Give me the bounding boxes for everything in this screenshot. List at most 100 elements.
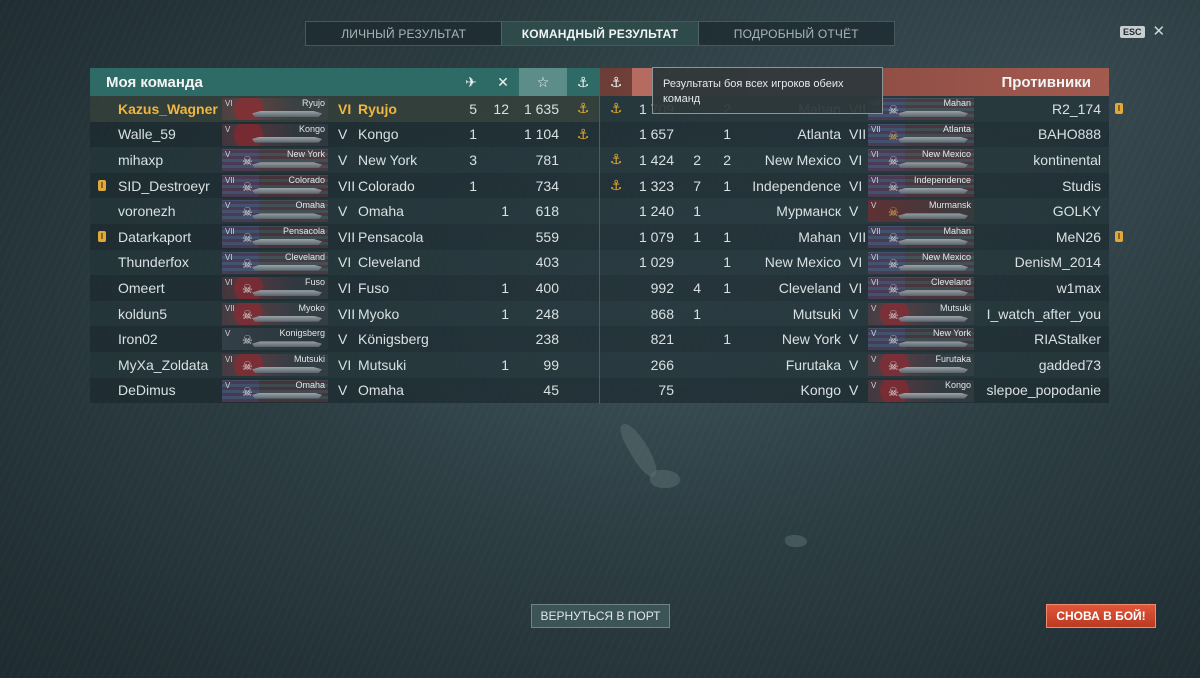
skull-icon: ☠ <box>888 307 899 322</box>
ship-thumb-tier: VII <box>225 303 235 313</box>
table-row[interactable]: ⚓ 1 323 7 1 Independence VI VI Independence ☠ Stu… <box>600 172 1109 199</box>
table-row[interactable]: 1 657 1 Atlanta VII VII Atlanta ☠ BAHO888 <box>600 121 1109 148</box>
table-row[interactable]: I SID_Destroeyr VII Colorado ☠ VII Colorado 1 73… <box>90 172 599 199</box>
ship-thumb-name: Mahan <box>943 98 971 108</box>
ship-tier: VII <box>849 126 867 143</box>
stat-xp: 248 <box>535 305 559 322</box>
anchor-icon[interactable]: ⚓ <box>567 68 599 96</box>
table-row[interactable]: Iron02 V Konigsberg ☠ V Königsberg 238 <box>90 326 599 352</box>
player-name[interactable]: Thunderfox <box>118 250 189 276</box>
table-row[interactable]: Walle_59 V Kongo V Kongo 1 1 104 ⚓ <box>90 121 599 148</box>
player-name[interactable]: MyXa_Zoldata <box>118 352 208 378</box>
anchor-icon[interactable]: ⚓ <box>600 68 632 96</box>
anchor-icon: ⚓ <box>609 151 623 168</box>
ship-thumbnail: VII Colorado ☠ <box>222 174 328 197</box>
ship-thumbnail: VII Pensacola ☠ <box>222 225 328 248</box>
ship-kills-icon[interactable]: ✕ <box>487 68 519 96</box>
player-name[interactable]: koldun5 <box>118 301 167 327</box>
ship-thumb-tier: VII <box>225 226 235 236</box>
player-name[interactable]: slepoe_popodanie <box>987 378 1101 404</box>
star-xp-column[interactable] <box>632 68 652 96</box>
table-row[interactable]: MyXa_Zoldata VI Mutsuki ☠ VI Mutsuki 1 99 <box>90 351 599 378</box>
battle-again-button[interactable]: СНОВА В БОЙ! <box>1046 604 1156 628</box>
player-name[interactable]: w1max <box>1057 275 1101 301</box>
table-row[interactable]: DeDimus V Omaha ☠ V Omaha 45 <box>90 377 599 404</box>
aircraft-kills-icon[interactable]: ✈ <box>455 68 487 96</box>
ship-name: Omaha <box>358 382 404 399</box>
player-name[interactable]: voronezh <box>118 198 176 224</box>
close-control[interactable]: ESC ✕ <box>1120 24 1166 39</box>
table-row[interactable]: Thunderfox VI Cleveland ☠ VI Cleveland 403 <box>90 249 599 276</box>
stat-kills: 1 <box>501 356 509 373</box>
stat-xp: 75 <box>658 382 674 399</box>
ship-thumb-name: Mutsuki <box>293 353 325 364</box>
back-to-port-button[interactable]: ВЕРНУТЬСЯ В ПОРТ <box>531 604 670 628</box>
player-name[interactable]: BAHO888 <box>1038 122 1101 148</box>
stat-aircraft: 5 <box>469 100 477 117</box>
player-name[interactable]: MeN26 <box>1056 224 1101 250</box>
table-row[interactable]: 992 4 1 Cleveland VI VI Cleveland ☠ w1max <box>600 275 1109 301</box>
anchor-icon <box>600 275 632 301</box>
ship-hull-icon <box>898 341 968 348</box>
skull-icon: ☠ <box>242 230 253 245</box>
tooltip: Результаты боя всех игроков обеих команд <box>652 67 883 114</box>
ship-thumb-name: Myoko <box>298 302 325 313</box>
player-name[interactable]: Iron02 <box>118 326 158 352</box>
ship-thumb-tier: VI <box>871 175 879 185</box>
ship-tier: V <box>338 382 348 399</box>
player-name[interactable]: R2_174 <box>1052 96 1101 122</box>
stat-xp: 734 <box>535 177 559 194</box>
table-row[interactable]: 1 029 1 New Mexico VI VI New Mexico ☠ DenisM_20… <box>600 249 1109 276</box>
player-name[interactable]: Studis <box>1062 173 1101 199</box>
ship-name: Omaha <box>358 203 404 220</box>
ship-thumbnail: VII Mahan ☠ <box>868 225 974 248</box>
stat-kills: 1 <box>723 279 731 296</box>
stat-kills: 2 <box>723 151 731 168</box>
ship-name: Cleveland <box>778 279 841 296</box>
player-name[interactable]: mihaxp <box>118 147 163 173</box>
table-row[interactable]: Omeert VI Fuso ☠ VI Fuso 1 400 <box>90 275 599 301</box>
table-row[interactable]: 868 1 Mutsuki V V Mutsuki ☠ I_watch_after_you <box>600 300 1109 327</box>
stat-xp: 1 657 <box>638 126 674 143</box>
table-row[interactable]: 75 Kongo V V Kongo ☠ slepoe_popodanie <box>600 377 1109 404</box>
player-name[interactable]: Omeert <box>118 275 165 301</box>
player-name[interactable]: SID_Destroeyr <box>118 173 210 199</box>
table-row[interactable]: Kazus_Wagner VI Ryujo VI Ryujo 5 12 1 635 ⚓ <box>90 96 599 122</box>
player-name[interactable]: I_watch_after_you <box>987 301 1101 327</box>
anchor-icon <box>567 250 599 276</box>
table-row[interactable]: 1 079 1 1 Mahan VII VII Mahan ☠ MeN26 I <box>600 223 1123 250</box>
player-name[interactable]: Kazus_Wagner <box>118 96 218 122</box>
stat-kills: 1 <box>501 279 509 296</box>
table-row[interactable]: 266 Furutaka V V Furutaka ☠ gadded73 <box>600 351 1109 378</box>
player-name[interactable]: GOLKY <box>1053 198 1101 224</box>
anchor-icon <box>600 301 632 327</box>
table-row[interactable]: 821 1 New York V V New York ☠ RIAStalker <box>600 326 1109 352</box>
ship-tier: V <box>338 151 348 168</box>
player-name[interactable]: RIAStalker <box>1034 326 1101 352</box>
player-name[interactable]: DenisM_2014 <box>1015 250 1101 276</box>
table-row[interactable]: 1 240 1 Мурманск V V Murmansk ☠ GOLKY <box>600 198 1109 224</box>
rank-badge-icon: I <box>1115 230 1123 242</box>
table-row[interactable]: I Datarkaport VII Pensacola ☠ VII Pensacola 559 <box>90 223 599 250</box>
player-name[interactable]: Walle_59 <box>118 122 176 148</box>
table-row[interactable]: mihaxp V New York ☠ V New York 3 781 <box>90 147 599 173</box>
tab-detailed-report[interactable]: ПОДРОБНЫЙ ОТЧЁТ <box>699 22 894 45</box>
table-row[interactable]: koldun5 VII Myoko ☠ VII Myoko 1 248 <box>90 300 599 327</box>
ship-hull-icon <box>252 341 322 348</box>
skull-icon: ☠ <box>242 154 253 169</box>
table-row[interactable]: voronezh V Omaha ☠ V Omaha 1 618 <box>90 198 599 224</box>
skull-icon: ☠ <box>242 179 253 194</box>
tab-team-result[interactable]: КОМАНДНЫЙ РЕЗУЛЬТАТ <box>501 22 699 45</box>
anchor-icon <box>600 198 632 224</box>
skull-icon: ☠ <box>888 128 899 143</box>
player-name[interactable]: DeDimus <box>118 378 176 404</box>
table-row[interactable]: ⚓ 1 424 2 2 New Mexico VI VI New Mexico ☠ kontine… <box>600 147 1109 173</box>
player-name[interactable]: gadded73 <box>1039 352 1101 378</box>
close-icon[interactable]: ✕ <box>1153 24 1166 39</box>
player-name[interactable]: kontinental <box>1033 147 1101 173</box>
ship-thumb-tier: VI <box>225 354 233 364</box>
star-xp-icon[interactable]: ☆ <box>519 68 567 96</box>
player-name[interactable]: Datarkaport <box>118 224 191 250</box>
ship-hull-icon <box>252 264 322 271</box>
tab-personal-result[interactable]: ЛИЧНЫЙ РЕЗУЛЬТАТ <box>306 22 501 45</box>
